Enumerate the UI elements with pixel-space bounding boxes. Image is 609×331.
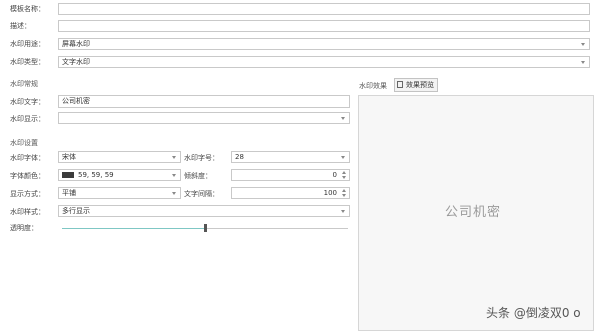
- description-input[interactable]: [58, 20, 590, 32]
- tilt-label: 倾斜度：: [184, 172, 212, 180]
- type-label: 水印类型：: [10, 58, 45, 66]
- usage-label: 水印用途：: [10, 40, 45, 48]
- tilt-down-icon[interactable]: [342, 176, 346, 179]
- display-mode-value: 平铺: [62, 189, 76, 197]
- description-label: 描述：: [10, 22, 31, 30]
- usage-select-value: 屏幕水印: [62, 40, 90, 48]
- settings-section-title: 水印设置: [10, 139, 38, 147]
- content-section-title: 水印常规: [10, 80, 38, 88]
- spacing-down-icon[interactable]: [342, 194, 346, 197]
- style-label: 水印样式：: [10, 208, 45, 216]
- usage-select[interactable]: 屏幕水印: [58, 38, 590, 50]
- color-label: 字体颜色：: [10, 172, 45, 180]
- tilt-stepper[interactable]: 0: [231, 169, 350, 181]
- preview-title: 水印效果: [359, 82, 387, 90]
- preview-area: 公司机密: [358, 95, 594, 331]
- tilt-up-icon[interactable]: [342, 171, 346, 174]
- type-select-value: 文字水印: [62, 58, 90, 66]
- style-select-value: 多行显示: [62, 207, 90, 215]
- spacing-up-icon[interactable]: [342, 189, 346, 192]
- preview-watermark-text: 公司机密: [445, 205, 502, 220]
- color-swatch: [62, 172, 74, 178]
- size-label: 水印字号：: [184, 154, 219, 162]
- spacing-stepper[interactable]: 100: [231, 187, 350, 199]
- watermark-display-select[interactable]: [58, 112, 350, 124]
- size-select[interactable]: 28: [231, 151, 350, 163]
- size-select-value: 28: [235, 153, 244, 161]
- watermark-text-label: 水印文字：: [10, 98, 45, 106]
- type-select[interactable]: 文字水印: [58, 56, 590, 68]
- preview-button-label: 效果预览: [406, 81, 434, 89]
- font-select[interactable]: 宋体: [58, 151, 181, 163]
- source-watermark: 头条 @倒凌双0 o: [486, 306, 581, 320]
- template-name-input[interactable]: [58, 3, 590, 15]
- template-name-label: 模板名称：: [10, 5, 45, 13]
- display-mode-select[interactable]: 平铺: [58, 187, 181, 199]
- opacity-slider[interactable]: [62, 222, 348, 234]
- opacity-slider-fill: [62, 228, 205, 229]
- preview-button[interactable]: 效果预览: [394, 78, 438, 92]
- style-select[interactable]: 多行显示: [58, 205, 350, 217]
- font-select-value: 宋体: [62, 153, 76, 161]
- watermark-display-label: 水印显示：: [10, 115, 45, 123]
- font-label: 水印字体：: [10, 154, 45, 162]
- display-mode-label: 显示方式：: [10, 190, 45, 198]
- opacity-label: 透明度：: [10, 224, 38, 232]
- color-picker[interactable]: 59, 59, 59: [58, 169, 181, 181]
- opacity-slider-track: [205, 228, 348, 229]
- tilt-value: 0: [332, 171, 337, 179]
- spacing-value: 100: [323, 189, 337, 197]
- spacing-label: 文字间隔：: [184, 190, 219, 198]
- watermark-text-input[interactable]: 公司机密: [58, 95, 350, 108]
- color-value: 59, 59, 59: [78, 171, 114, 179]
- opacity-slider-thumb[interactable]: [204, 224, 207, 232]
- preview-icon: [397, 81, 403, 88]
